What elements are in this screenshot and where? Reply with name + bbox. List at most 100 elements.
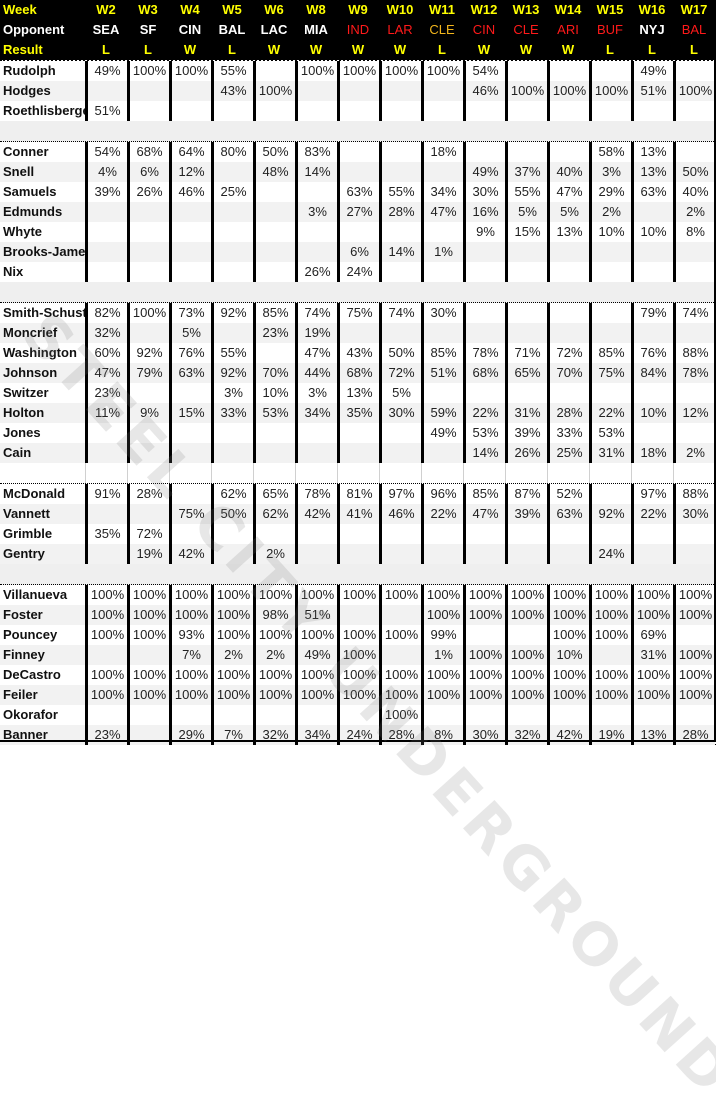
snap-pct-cell[interactable]: 6% (337, 242, 379, 262)
snap-pct-cell[interactable] (463, 625, 505, 645)
snap-pct-cell[interactable]: 100% (253, 685, 295, 705)
snap-pct-cell[interactable] (169, 81, 211, 101)
snap-pct-cell[interactable]: 60% (85, 343, 127, 363)
snap-pct-cell[interactable] (547, 242, 589, 262)
snap-pct-cell[interactable]: 32% (85, 323, 127, 343)
snap-pct-cell[interactable]: 100% (631, 585, 673, 605)
snap-pct-cell[interactable]: 16% (463, 202, 505, 222)
snap-pct-cell[interactable]: 28% (547, 403, 589, 423)
snap-pct-cell[interactable] (253, 61, 295, 81)
snap-pct-cell[interactable]: 100% (421, 665, 463, 685)
snap-pct-cell[interactable]: 19% (295, 323, 337, 343)
week-header-cell[interactable]: W12 (463, 0, 505, 20)
snap-pct-cell[interactable] (547, 323, 589, 343)
snap-pct-cell[interactable]: 92% (589, 504, 631, 524)
snap-pct-cell[interactable]: 100% (379, 625, 421, 645)
result-label[interactable]: Result (0, 40, 85, 60)
snap-pct-cell[interactable]: 24% (337, 262, 379, 282)
snap-pct-cell[interactable]: 24% (337, 725, 379, 745)
snap-pct-cell[interactable]: 100% (127, 665, 169, 685)
snap-pct-cell[interactable]: 47% (85, 363, 127, 383)
snap-pct-cell[interactable]: 92% (127, 343, 169, 363)
snap-pct-cell[interactable]: 100% (589, 585, 631, 605)
snap-pct-cell[interactable]: 51% (85, 101, 127, 121)
snap-pct-cell[interactable]: 72% (547, 343, 589, 363)
snap-pct-cell[interactable] (253, 343, 295, 363)
snap-pct-cell[interactable] (379, 262, 421, 282)
snap-pct-cell[interactable] (589, 303, 631, 323)
snap-pct-cell[interactable] (673, 544, 715, 564)
snap-pct-cell[interactable]: 10% (253, 383, 295, 403)
snap-pct-cell[interactable]: 87% (505, 484, 547, 504)
snap-pct-cell[interactable] (673, 242, 715, 262)
snap-pct-cell[interactable]: 100% (169, 605, 211, 625)
snap-pct-cell[interactable]: 76% (169, 343, 211, 363)
snap-pct-cell[interactable]: 74% (379, 303, 421, 323)
player-name[interactable]: Roethlisberger (0, 101, 85, 121)
snap-pct-cell[interactable] (253, 202, 295, 222)
snap-pct-cell[interactable]: 100% (379, 685, 421, 705)
snap-pct-cell[interactable] (379, 323, 421, 343)
player-name[interactable]: Foster (0, 605, 85, 625)
player-name[interactable]: Snell (0, 162, 85, 182)
snap-pct-cell[interactable]: 100% (211, 605, 253, 625)
snap-pct-cell[interactable] (253, 101, 295, 121)
snap-pct-cell[interactable]: 100% (253, 665, 295, 685)
snap-pct-cell[interactable] (631, 383, 673, 403)
snap-pct-cell[interactable] (547, 262, 589, 282)
snap-pct-cell[interactable]: 100% (169, 585, 211, 605)
snap-pct-cell[interactable]: 5% (379, 383, 421, 403)
snap-pct-cell[interactable] (211, 222, 253, 242)
snap-pct-cell[interactable]: 100% (85, 665, 127, 685)
snap-pct-cell[interactable]: 28% (127, 484, 169, 504)
snap-pct-cell[interactable]: 80% (211, 142, 253, 162)
snap-pct-cell[interactable] (337, 81, 379, 101)
snap-pct-cell[interactable] (505, 524, 547, 544)
snap-pct-cell[interactable] (85, 242, 127, 262)
snap-pct-cell[interactable]: 72% (379, 363, 421, 383)
snap-pct-cell[interactable] (295, 222, 337, 242)
snap-pct-cell[interactable]: 47% (463, 504, 505, 524)
snap-pct-cell[interactable]: 100% (463, 585, 505, 605)
snap-pct-cell[interactable]: 88% (673, 484, 715, 504)
snap-pct-cell[interactable]: 1% (421, 645, 463, 665)
snap-pct-cell[interactable]: 49% (295, 645, 337, 665)
snap-pct-cell[interactable] (547, 544, 589, 564)
snap-pct-cell[interactable] (505, 705, 547, 725)
snap-pct-cell[interactable] (211, 101, 253, 121)
snap-pct-cell[interactable]: 72% (127, 524, 169, 544)
snap-pct-cell[interactable]: 100% (505, 585, 547, 605)
snap-pct-cell[interactable]: 100% (379, 585, 421, 605)
snap-pct-cell[interactable]: 6% (127, 162, 169, 182)
week-header-cell[interactable]: W11 (421, 0, 463, 20)
snap-pct-cell[interactable] (295, 101, 337, 121)
snap-pct-cell[interactable]: 100% (127, 585, 169, 605)
snap-pct-cell[interactable]: 100% (169, 665, 211, 685)
snap-pct-cell[interactable]: 76% (631, 343, 673, 363)
snap-pct-cell[interactable]: 8% (673, 222, 715, 242)
snap-pct-cell[interactable] (127, 101, 169, 121)
snap-pct-cell[interactable]: 34% (295, 403, 337, 423)
snap-pct-cell[interactable]: 100% (337, 625, 379, 645)
snap-pct-cell[interactable]: 73% (169, 303, 211, 323)
snap-pct-cell[interactable] (253, 524, 295, 544)
week-header-cell[interactable]: W17 (673, 0, 715, 20)
player-name[interactable]: DeCastro (0, 665, 85, 685)
snap-pct-cell[interactable]: 59% (421, 403, 463, 423)
snap-pct-cell[interactable] (421, 101, 463, 121)
snap-pct-cell[interactable]: 100% (505, 605, 547, 625)
snap-pct-cell[interactable] (85, 645, 127, 665)
snap-pct-cell[interactable]: 100% (295, 685, 337, 705)
snap-pct-cell[interactable] (337, 705, 379, 725)
snap-pct-cell[interactable]: 55% (211, 61, 253, 81)
snap-pct-cell[interactable]: 100% (631, 605, 673, 625)
snap-pct-cell[interactable]: 13% (631, 725, 673, 745)
snap-pct-cell[interactable]: 29% (589, 182, 631, 202)
snap-pct-cell[interactable]: 62% (211, 484, 253, 504)
snap-pct-cell[interactable]: 22% (463, 403, 505, 423)
snap-pct-cell[interactable] (337, 101, 379, 121)
snap-pct-cell[interactable]: 100% (379, 705, 421, 725)
snap-pct-cell[interactable]: 98% (253, 605, 295, 625)
snap-pct-cell[interactable]: 50% (253, 142, 295, 162)
snap-pct-cell[interactable] (337, 423, 379, 443)
